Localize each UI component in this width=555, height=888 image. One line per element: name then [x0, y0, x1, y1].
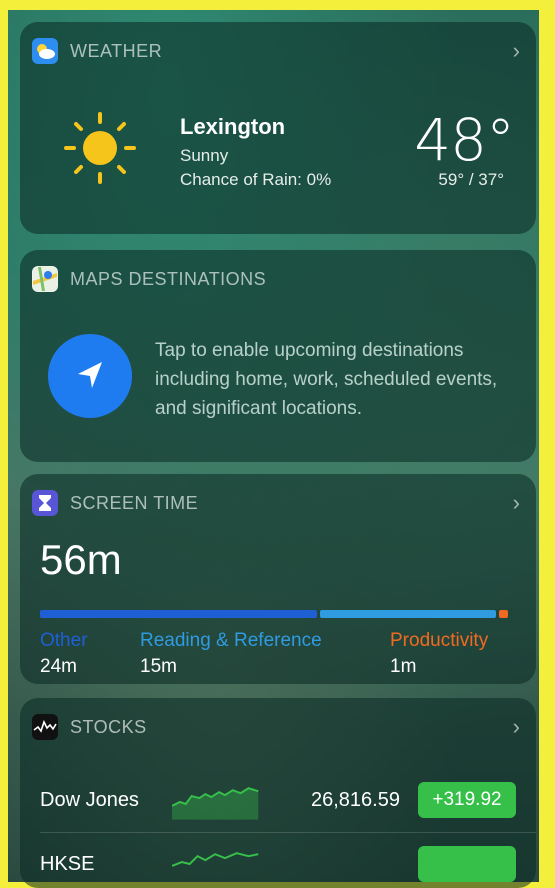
category-value: 1m	[390, 656, 417, 677]
usage-segment-reading	[320, 610, 496, 618]
sun-icon	[64, 112, 136, 184]
maps-widget[interactable]: MAPS DESTINATIONS Tap to enable upcoming…	[20, 250, 536, 462]
stock-name: Dow Jones	[40, 788, 139, 811]
stock-sparkline	[172, 852, 259, 867]
maps-enable-message[interactable]: Tap to enable upcoming destinations incl…	[155, 336, 525, 423]
stock-change-badge[interactable]: +319.92	[417, 782, 517, 818]
weather-title: WEATHER	[70, 40, 163, 61]
category-value: 24m	[40, 656, 77, 677]
screen-time-header: SCREEN TIME	[32, 488, 198, 518]
weather-city: Lexington	[180, 114, 286, 139]
category-reading: Reading & Reference 15m	[140, 630, 322, 678]
weather-rain-chance: Chance of Rain: 0%	[180, 170, 332, 189]
screen-time-usage-bar	[40, 610, 508, 618]
category-label: Productivity	[390, 630, 489, 651]
weather-widget[interactable]: WEATHER › Lexington Sunny Chance of Rain…	[20, 22, 536, 234]
screen-time-total: 56m	[40, 536, 122, 583]
weather-high-low: 59° / 37°	[438, 170, 504, 189]
chevron-right-icon[interactable]: ›	[513, 716, 520, 738]
chevron-right-icon[interactable]: ›	[513, 492, 520, 514]
maps-title: MAPS DESTINATIONS	[70, 268, 267, 289]
category-label: Other	[40, 630, 88, 651]
weather-condition: Sunny	[180, 146, 229, 165]
category-value: 15m	[140, 656, 177, 677]
navigation-arrow-icon[interactable]	[48, 334, 132, 418]
screen-time-title: SCREEN TIME	[70, 492, 199, 513]
stocks-title: STOCKS	[70, 716, 147, 737]
stocks-widget[interactable]: STOCKS › Dow Jones 26,816.59 +319.92 HKS…	[20, 698, 536, 888]
stock-sparkline	[172, 787, 259, 820]
weather-temperature: 48°	[414, 106, 515, 174]
stocks-header: STOCKS	[32, 712, 147, 742]
weather-header: WEATHER	[32, 36, 162, 66]
stock-price: 26,816.59	[310, 788, 400, 811]
chevron-right-icon[interactable]: ›	[513, 40, 520, 62]
category-productivity: Productivity 1m	[390, 630, 488, 678]
screen-time-widget[interactable]: SCREEN TIME › 56m Other 24m Reading & Re…	[20, 474, 536, 684]
stock-change-badge[interactable]	[417, 846, 517, 882]
weather-app-icon	[32, 38, 58, 64]
usage-segment-other	[40, 610, 318, 618]
stock-name: HKSE	[40, 852, 95, 875]
hourglass-icon	[32, 490, 58, 516]
category-other: Other 24m	[40, 630, 88, 678]
maps-app-icon	[32, 266, 58, 292]
row-divider	[40, 832, 536, 833]
stock-row[interactable]: HKSE	[40, 834, 517, 888]
stocks-app-icon	[32, 714, 58, 740]
maps-header: MAPS DESTINATIONS	[32, 264, 266, 294]
usage-segment-productivity	[498, 610, 508, 618]
category-label: Reading & Reference	[140, 630, 322, 651]
stock-row[interactable]: Dow Jones 26,816.59 +319.92	[40, 770, 517, 830]
